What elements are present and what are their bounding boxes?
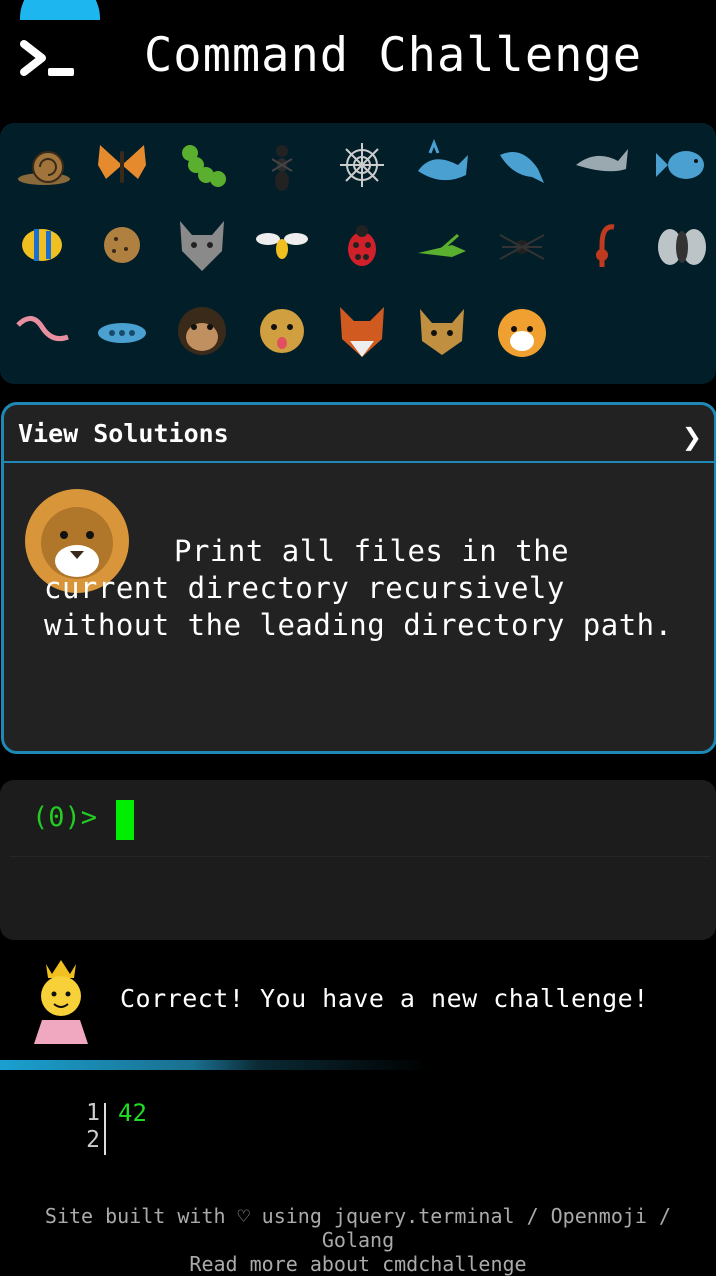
footer-golang-link[interactable]: Golang	[0, 1228, 716, 1252]
fox-icon[interactable]	[330, 299, 394, 363]
challenge-description: Print all files in the current directory…	[44, 534, 673, 642]
output-viewer: 1 2 42	[0, 1100, 716, 1160]
terminal-prompt: (0)>	[32, 802, 98, 833]
top-decoration-arc	[20, 0, 100, 20]
footer-credits: Site built with ♡ using jquery.terminal …	[44, 1204, 672, 1228]
footer: Site built with ♡ using jquery.terminal …	[0, 1204, 716, 1276]
chevron-right-icon: ❯	[681, 423, 702, 451]
tropical-fish-icon[interactable]	[10, 213, 74, 277]
dolphin-icon[interactable]	[570, 133, 634, 197]
line-number: 1	[86, 1100, 100, 1126]
honeybee-icon[interactable]	[250, 213, 314, 277]
cat-icon[interactable]	[410, 299, 474, 363]
spider-web-icon[interactable]	[330, 133, 394, 197]
scorpion-icon[interactable]	[570, 213, 634, 277]
lady-beetle-icon[interactable]	[330, 213, 394, 277]
page-title: Command Challenge	[144, 28, 643, 83]
butterfly-icon[interactable]	[90, 133, 154, 197]
terminal-divider	[10, 856, 710, 857]
terminal-prompt-icon	[20, 40, 74, 76]
spider-icon[interactable]	[490, 213, 554, 277]
status-text: Correct! You have a new challenge!	[120, 984, 649, 1013]
gutter-divider	[104, 1103, 106, 1155]
challenge-row-1	[0, 133, 716, 213]
status-message: Correct! You have a new challenge!	[0, 950, 716, 1050]
fly-icon[interactable]	[650, 213, 714, 277]
caterpillar-icon[interactable]	[170, 133, 234, 197]
monkey-icon[interactable]	[170, 299, 234, 363]
progress-bar	[0, 1060, 716, 1070]
fish-icon[interactable]	[650, 133, 714, 197]
progress-fill	[0, 1060, 430, 1070]
dog-icon[interactable]	[250, 299, 314, 363]
view-solutions-toggle[interactable]: View Solutions ❯	[4, 405, 714, 463]
worm-icon[interactable]	[10, 299, 74, 363]
challenge-row-2	[0, 213, 716, 293]
terminal[interactable]: (0)>	[0, 780, 716, 940]
blowfish-icon[interactable]	[90, 213, 154, 277]
microbe-icon[interactable]	[90, 299, 154, 363]
princess-icon	[34, 960, 88, 1044]
solutions-card: View Solutions ❯ Print all files in the …	[1, 402, 716, 754]
terminal-cursor	[116, 800, 134, 840]
whale-icon[interactable]	[410, 133, 474, 197]
challenge-row-3	[0, 299, 716, 379]
spouting-whale-icon[interactable]	[490, 133, 554, 197]
snail-icon[interactable]	[10, 133, 74, 197]
view-solutions-label: View Solutions	[18, 419, 229, 448]
ant-icon[interactable]	[250, 133, 314, 197]
wolf-icon[interactable]	[170, 213, 234, 277]
output-line: 42	[118, 1099, 147, 1127]
line-number-gutter: 1 2	[60, 1100, 100, 1154]
cricket-icon[interactable]	[410, 213, 474, 277]
tiger-icon[interactable]	[490, 299, 554, 363]
footer-read-more-link[interactable]: Read more about cmdchallenge	[0, 1252, 716, 1276]
challenge-grid	[0, 123, 716, 384]
line-number: 2	[86, 1127, 100, 1153]
